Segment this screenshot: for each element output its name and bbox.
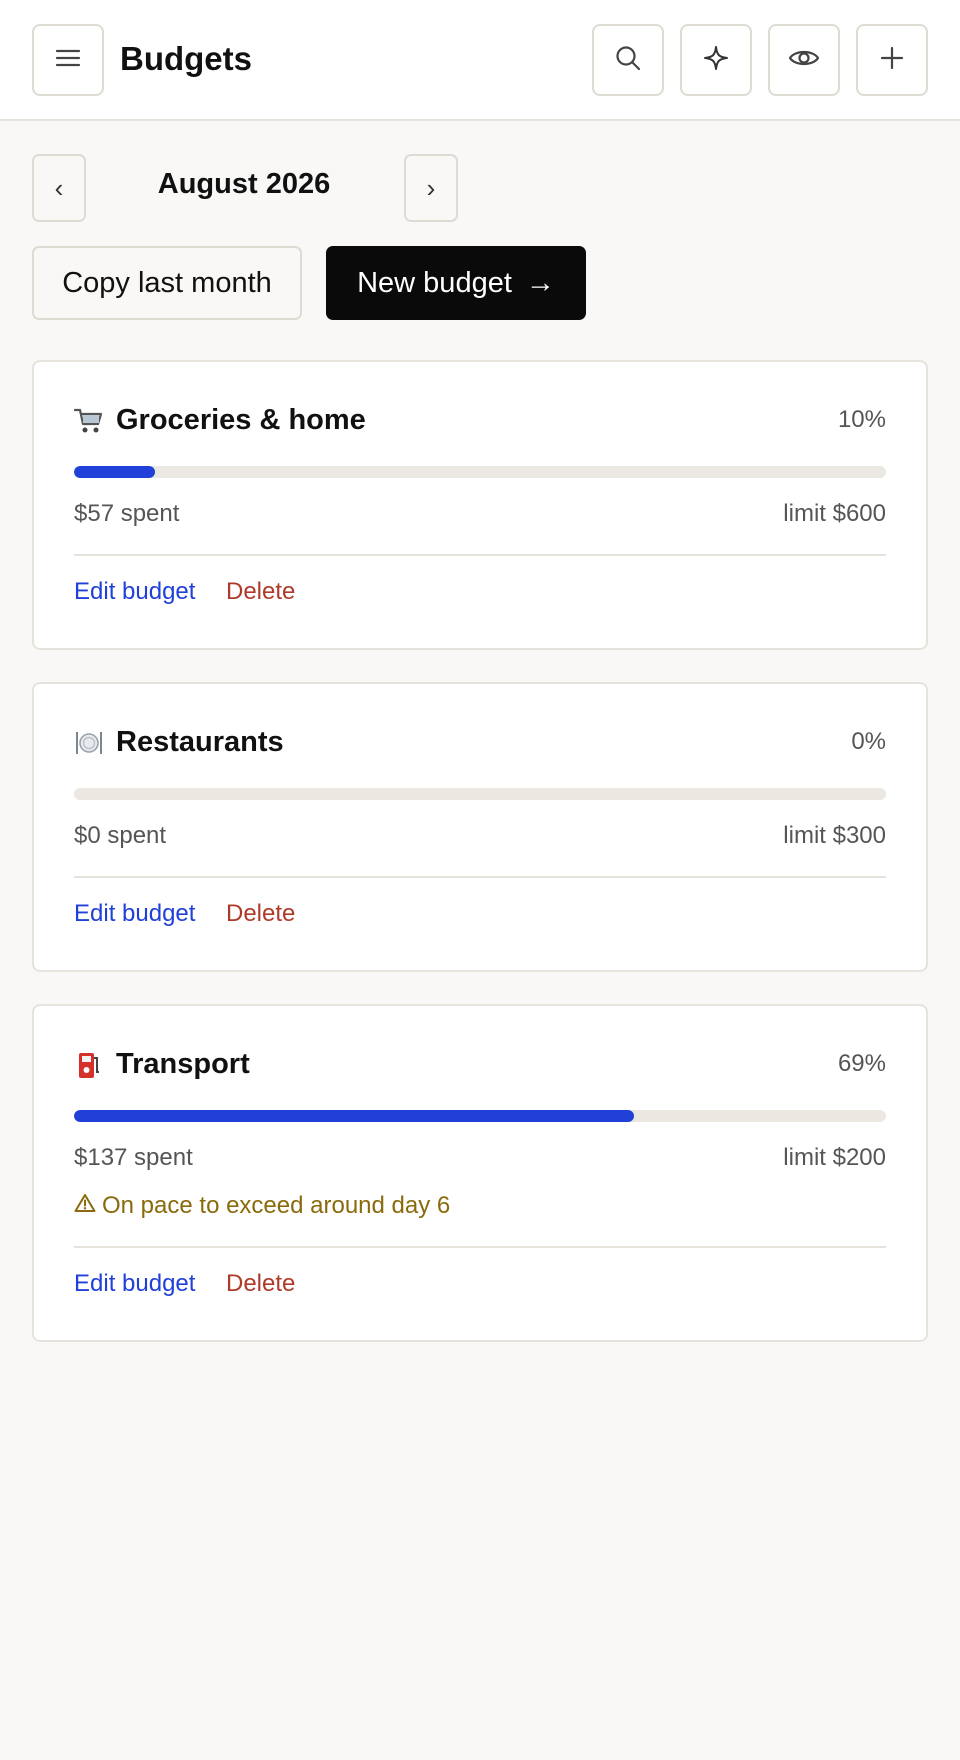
budget-percent: 0% (851, 728, 886, 755)
card-divider (74, 1246, 886, 1248)
delete-budget-link[interactable]: Delete (226, 900, 295, 928)
eye-icon (788, 47, 820, 74)
budget-card-groceries: Groceries & home 10% $57 spent limit $60… (32, 360, 928, 650)
budget-progress-bar (74, 788, 886, 800)
budget-spent: $0 spent (74, 822, 167, 849)
app-header: Budgets (0, 0, 960, 121)
warning-triangle-icon (74, 1192, 96, 1220)
new-budget-button[interactable]: New budget → (326, 246, 586, 320)
budget-spent: $57 spent (74, 500, 180, 527)
budget-card-header: Groceries & home 10% (74, 404, 886, 444)
budget-progress-bar (74, 466, 886, 478)
arrow-right-icon: → (525, 266, 555, 299)
page-title: Budgets (120, 40, 252, 77)
hamburger-menu-icon (55, 48, 81, 73)
budget-warning-text: On pace to exceed around day 6 (102, 1192, 451, 1219)
budget-card-transport: Transport 69% $137 spent limit $200 On p… (32, 1004, 928, 1342)
menu-button[interactable] (32, 24, 104, 96)
new-budget-label: New budget (357, 266, 512, 299)
budget-name: Restaurants (116, 726, 284, 758)
plus-icon (880, 46, 904, 75)
search-icon (614, 44, 642, 77)
budget-progress-fill (74, 466, 156, 478)
next-month-button[interactable]: › (404, 154, 458, 222)
delete-budget-link[interactable]: Delete (226, 578, 295, 606)
edit-budget-link[interactable]: Edit budget (74, 1270, 195, 1298)
edit-budget-link[interactable]: Edit budget (74, 900, 195, 928)
copy-last-month-button[interactable]: Copy last month (32, 246, 302, 320)
copy-last-month-label: Copy last month (62, 266, 272, 299)
search-button[interactable] (592, 24, 664, 96)
add-button[interactable] (856, 24, 928, 96)
budget-limit: limit $600 (783, 500, 886, 527)
current-month-label: August 2026 (157, 168, 331, 200)
budget-percent: 10% (837, 406, 886, 433)
sparkle-icon (703, 45, 729, 76)
prev-month-button[interactable]: ‹ (32, 154, 86, 222)
budget-card-header: Transport 69% (74, 1048, 886, 1088)
delete-budget-link[interactable]: Delete (226, 1270, 295, 1298)
budget-percent: 69% (837, 1050, 886, 1077)
budget-name: Groceries & home (116, 404, 366, 436)
visibility-toggle-button[interactable] (768, 24, 840, 96)
budget-progress-bar (74, 1110, 886, 1122)
budget-limit: limit $200 (783, 1144, 886, 1171)
card-divider (74, 554, 886, 556)
budget-warning: On pace to exceed around day 6 (74, 1192, 450, 1220)
ai-assistant-button[interactable] (680, 24, 752, 96)
budget-name: Transport (116, 1048, 250, 1080)
shopping-cart-icon (74, 406, 104, 436)
budget-limit: limit $300 (783, 822, 886, 849)
budget-progress-fill (74, 1110, 635, 1122)
budget-card-header: Restaurants 0% (74, 726, 886, 766)
edit-budget-link[interactable]: Edit budget (74, 578, 195, 606)
card-divider (74, 876, 886, 878)
fuel-pump-icon (74, 1050, 104, 1080)
plate-cutlery-icon (74, 728, 104, 758)
budget-spent: $137 spent (74, 1144, 193, 1171)
budget-card-restaurants: Restaurants 0% $0 spent limit $300 Edit … (32, 682, 928, 972)
